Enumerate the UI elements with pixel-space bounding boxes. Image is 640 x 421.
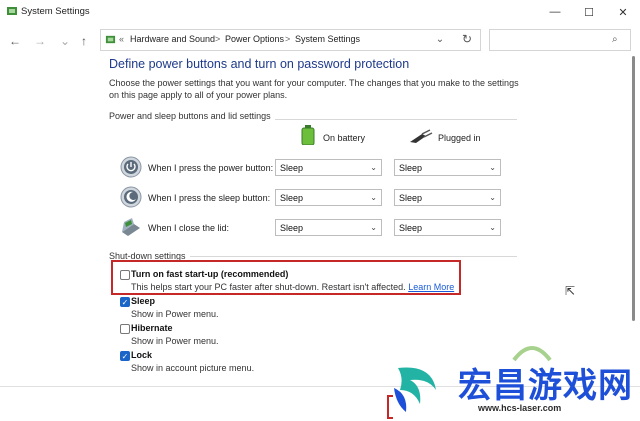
mouse-cursor-icon: ⇱	[565, 284, 576, 298]
power-button-label: When I press the power button:	[148, 163, 274, 173]
watermark-text: 宏昌游戏网	[458, 366, 633, 406]
hibernate-option-description: Show in Power menu.	[131, 336, 219, 346]
close-lid-plugged-select[interactable]: Sleep ⌄	[394, 219, 501, 236]
breadcrumb-system-settings[interactable]: System Settings	[295, 34, 360, 44]
page-title: Define power buttons and turn on passwor…	[109, 57, 410, 71]
address-dropdown-icon[interactable]: ⌄	[433, 31, 447, 47]
select-value: Sleep	[399, 193, 423, 203]
plug-icon	[410, 129, 433, 143]
learn-more-link[interactable]: Learn More	[408, 282, 454, 292]
close-lid-label: When I close the lid:	[148, 223, 230, 233]
lock-checkbox[interactable]: ✓	[120, 351, 130, 361]
power-section-label: Power and sleep buttons and lid settings	[109, 111, 275, 121]
select-value: Sleep	[399, 163, 423, 173]
breadcrumb-separator: >	[285, 34, 291, 44]
watermark-logo-icon	[394, 367, 436, 412]
sleep-button-battery-select[interactable]: Sleep ⌄	[275, 189, 382, 206]
power-icon	[120, 156, 142, 178]
laptop-lid-icon	[122, 218, 140, 236]
breadcrumb-power-options[interactable]: Power Options	[225, 34, 284, 44]
chevron-down-icon: ⌄	[370, 163, 377, 172]
page-description: Choose the power settings that you want …	[109, 78, 519, 100]
sleep-button-plugged-select[interactable]: Sleep ⌄	[394, 189, 501, 206]
chevron-down-icon: ⌄	[370, 223, 377, 232]
close-lid-battery-select[interactable]: Sleep ⌄	[275, 219, 382, 236]
fast-startup-label[interactable]: Turn on fast start-up (recommended)	[131, 269, 288, 279]
fast-startup-description: This helps start your PC faster after sh…	[131, 282, 454, 292]
sleep-checkbox[interactable]: ✓	[120, 297, 130, 307]
breadcrumb-overflow-icon[interactable]: «	[119, 34, 124, 44]
sleep-option-label[interactable]: Sleep	[131, 296, 155, 306]
back-button[interactable]: ←	[6, 32, 24, 50]
hibernate-checkbox[interactable]	[120, 324, 130, 334]
chevron-down-icon: ⌄	[370, 193, 377, 202]
fast-startup-desc-text: This helps start your PC faster after sh…	[131, 282, 406, 292]
chevron-down-icon: ⌄	[489, 163, 496, 172]
window-title: System Settings	[21, 6, 90, 17]
control-panel-icon	[105, 35, 116, 44]
breadcrumb-separator: >	[215, 34, 221, 44]
hibernate-option-label[interactable]: Hibernate	[131, 323, 173, 333]
sleep-option-description: Show in Power menu.	[131, 309, 219, 319]
search-icon[interactable]: ⌕	[612, 34, 618, 45]
recent-dropdown-icon[interactable]: ⌄	[56, 32, 74, 50]
maximize-button[interactable]: ☐	[572, 0, 606, 24]
on-battery-label: On battery	[323, 133, 366, 143]
chevron-down-icon: ⌄	[489, 193, 496, 202]
fast-startup-checkbox[interactable]	[120, 270, 130, 280]
chevron-down-icon: ⌄	[489, 223, 496, 232]
breadcrumb-hardware-and-sound[interactable]: Hardware and Sound	[130, 34, 215, 44]
select-value: Sleep	[399, 223, 423, 233]
minimize-button[interactable]: —	[538, 0, 572, 24]
search-input[interactable]	[489, 29, 631, 51]
sleep-button-label: When I press the sleep button:	[148, 193, 271, 203]
scrollbar-thumb[interactable]	[632, 56, 635, 321]
refresh-icon[interactable]: ↻	[459, 31, 475, 47]
close-button[interactable]: ✕	[606, 0, 640, 24]
forward-button[interactable]: →	[31, 32, 49, 50]
up-button[interactable]: ↑	[75, 32, 93, 50]
select-value: Sleep	[280, 193, 304, 203]
sleep-icon	[120, 186, 142, 208]
power-button-plugged-select[interactable]: Sleep ⌄	[394, 159, 501, 176]
power-button-battery-select[interactable]: Sleep ⌄	[275, 159, 382, 176]
lock-option-label[interactable]: Lock	[131, 350, 152, 360]
battery-icon	[301, 125, 315, 145]
plugged-in-label: Plugged in	[438, 133, 481, 143]
watermark-url: www.hcs-laser.com	[478, 403, 562, 413]
control-panel-icon	[7, 7, 17, 15]
lock-option-description: Show in account picture menu.	[131, 363, 255, 373]
select-value: Sleep	[280, 163, 304, 173]
select-value: Sleep	[280, 223, 304, 233]
